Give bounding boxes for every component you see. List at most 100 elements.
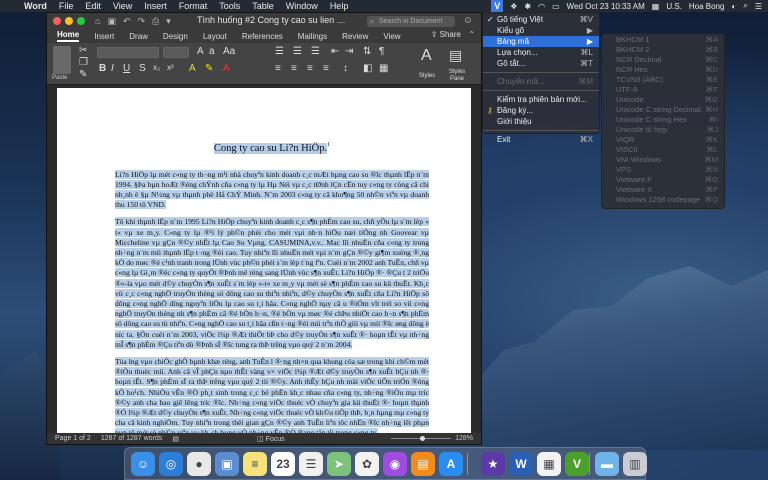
multilevel-list-icon[interactable]: ☰ bbox=[311, 46, 320, 57]
preview-icon[interactable]: ▣ bbox=[215, 452, 239, 476]
menu-item-exit[interactable]: Exit ⌘X bbox=[483, 134, 599, 145]
share-button[interactable]: ⇪ Share bbox=[431, 30, 461, 39]
imovie-icon[interactable]: ★ bbox=[481, 452, 505, 476]
menu-item-shorthand[interactable]: Gõ tắt... ⌘T bbox=[483, 58, 599, 69]
focus-button[interactable]: ◫ Focus bbox=[257, 435, 285, 443]
shrink-font-icon[interactable]: a bbox=[209, 46, 215, 57]
tab-review[interactable]: Review bbox=[342, 32, 368, 41]
wifi-icon[interactable]: ◠ bbox=[538, 2, 545, 11]
minimize-button[interactable] bbox=[65, 17, 73, 25]
encoding-option[interactable]: Unicode C string Hex ⌘I bbox=[602, 115, 724, 125]
paragraph-2[interactable]: Tõ khi thµnh lËp n¨m 1995 Li?n HiÖp chuy… bbox=[115, 217, 429, 350]
menu-item-input-method[interactable]: Kiểu gõ ▶ bbox=[483, 25, 599, 36]
menu-view[interactable]: View bbox=[113, 1, 132, 11]
tab-insert[interactable]: Insert bbox=[94, 32, 114, 41]
menu-item-encoding[interactable]: Bảng mã ▶ bbox=[483, 36, 599, 47]
encoding-option[interactable]: UTF-8 ⌘F bbox=[602, 85, 724, 95]
redo-icon[interactable]: ↷ bbox=[138, 16, 146, 27]
align-left-icon[interactable]: ≡ bbox=[275, 63, 281, 74]
justify-icon[interactable]: ≡ bbox=[323, 63, 329, 74]
notification-center-icon[interactable]: ☰ bbox=[755, 2, 762, 11]
encoding-option[interactable]: VIQR ⌘K bbox=[602, 135, 724, 145]
encoding-option[interactable]: VNI Windows ⌘M bbox=[602, 155, 724, 165]
spotlight-icon[interactable]: ⌕ bbox=[743, 1, 747, 11]
menu-help[interactable]: Help bbox=[330, 1, 349, 11]
bold-icon[interactable]: B bbox=[99, 63, 106, 74]
encoding-option[interactable]: Windows 1258 codepage ⌘Q bbox=[602, 195, 724, 205]
bluetooth-icon[interactable]: ✱ bbox=[524, 2, 531, 11]
zoom-button[interactable] bbox=[77, 17, 85, 25]
encoding-option[interactable]: VISCII ⌘L bbox=[602, 145, 724, 155]
podcasts-icon[interactable]: ◉ bbox=[383, 452, 407, 476]
more-icon[interactable]: ▾ bbox=[166, 16, 171, 27]
books-icon[interactable]: ▤ bbox=[411, 452, 435, 476]
encoding-option[interactable]: VPS ⌘N bbox=[602, 165, 724, 175]
encoding-option[interactable]: Unicode ⌘G bbox=[602, 95, 724, 105]
menu-table[interactable]: Table bbox=[252, 1, 274, 11]
numbers-icon[interactable]: ▦ bbox=[537, 452, 561, 476]
maps-icon[interactable]: ➤ bbox=[327, 452, 351, 476]
menu-item-check-update[interactable]: Kiểm tra phiên bản mới... bbox=[483, 94, 599, 105]
paragraph-3[interactable]: Tùa l­ng vµo chiÕc ghÕ bµnh khæ réng, an… bbox=[115, 356, 429, 434]
page-count[interactable]: Page 1 of 2 bbox=[55, 435, 91, 442]
shading-icon[interactable]: ◧ bbox=[363, 63, 372, 74]
encoding-option[interactable]: Unicode tổ hợp ⌘J bbox=[602, 125, 724, 135]
menu-file[interactable]: File bbox=[59, 1, 74, 11]
cut-icon[interactable]: ✂ bbox=[79, 45, 87, 56]
clock-text[interactable]: Wed Oct 23 10:33 AM bbox=[567, 2, 645, 11]
appstore-icon[interactable]: A bbox=[439, 452, 463, 476]
vietkey-icon[interactable]: V bbox=[565, 452, 589, 476]
safari-icon[interactable]: ◎ bbox=[159, 452, 183, 476]
tab-layout[interactable]: Layout bbox=[203, 32, 227, 41]
menu-item-about[interactable]: Giới thiệu bbox=[483, 116, 599, 127]
menu-insert[interactable]: Insert bbox=[144, 1, 167, 11]
proofing-icon[interactable]: ▤ bbox=[172, 435, 179, 443]
tab-design[interactable]: Design bbox=[163, 32, 188, 41]
encoding-option[interactable]: Vietware X ⌘P bbox=[602, 185, 724, 195]
document-page[interactable]: Cong ty cao su Li?n HiÖp.1 Li?n HiÖp lµ … bbox=[57, 88, 471, 434]
encoding-option[interactable]: Vietware F ⌘O bbox=[602, 175, 724, 185]
reminders-icon[interactable]: ☰ bbox=[299, 452, 323, 476]
trash-icon[interactable]: ▥ bbox=[623, 452, 647, 476]
bullets-icon[interactable]: ☰ bbox=[275, 46, 284, 57]
close-button[interactable] bbox=[53, 17, 61, 25]
paragraph-1[interactable]: Li?n HiÖp lµ mét c«ng ty th­¬ng m¹i nhà … bbox=[115, 169, 429, 211]
smiley-feedback-icon[interactable]: ☺ bbox=[463, 15, 473, 26]
align-center-icon[interactable]: ≡ bbox=[291, 63, 297, 74]
menu-tools[interactable]: Tools bbox=[219, 1, 240, 11]
tab-draw[interactable]: Draw bbox=[129, 32, 148, 41]
notes-icon[interactable]: ≡ bbox=[243, 452, 267, 476]
sort-icon[interactable]: ⇅ bbox=[363, 46, 371, 57]
decrease-indent-icon[interactable]: ⇤ bbox=[331, 46, 339, 57]
tab-references[interactable]: References bbox=[242, 32, 283, 41]
chevron-up-icon[interactable]: ⌃ bbox=[468, 30, 475, 39]
styles-icon[interactable]: A bbox=[421, 47, 432, 65]
photos-icon[interactable]: ✿ bbox=[355, 452, 379, 476]
highlight-icon[interactable]: ✎ bbox=[205, 63, 213, 74]
tab-home[interactable]: Home bbox=[57, 30, 80, 42]
numbering-icon[interactable]: ☰ bbox=[293, 46, 302, 57]
encoding-option[interactable]: NCR Hex ⌘D bbox=[602, 65, 724, 75]
encoding-option[interactable]: BKHCM 2 ⌘B bbox=[602, 45, 724, 55]
encoding-option[interactable]: BKHCM 1 ⌘A bbox=[602, 35, 724, 45]
input-source-label[interactable]: U.S. bbox=[666, 2, 682, 11]
save-icon[interactable]: ▣ bbox=[107, 16, 116, 27]
word-count[interactable]: 1287 of 1287 words bbox=[101, 435, 163, 442]
font-color-icon[interactable]: A bbox=[223, 63, 230, 74]
vietkey-menu-icon[interactable]: V bbox=[491, 0, 504, 12]
calendar-icon[interactable]: 23 bbox=[271, 452, 295, 476]
menu-window[interactable]: Window bbox=[286, 1, 318, 11]
folder-icon[interactable]: ▬ bbox=[595, 452, 619, 476]
menu-item-vietnamese-typing[interactable]: ✓ Gõ tiếng Việt ⌘V bbox=[483, 14, 599, 25]
document-canvas[interactable]: Cong ty cao su Li?n HiÖp.1 Li?n HiÖp lµ … bbox=[47, 85, 481, 434]
menu-item-register[interactable]: ⚷ Đăng ký... bbox=[483, 105, 599, 116]
search-input[interactable]: Search in Document bbox=[367, 16, 455, 27]
finder-icon[interactable]: ☺ bbox=[131, 452, 155, 476]
encoding-option[interactable]: NCR Decimal ⌘C bbox=[602, 55, 724, 65]
format-painter-icon[interactable]: ✎ bbox=[79, 69, 87, 80]
align-right-icon[interactable]: ≡ bbox=[307, 63, 313, 74]
menu-item-options[interactable]: Lựa chọn... ⌘L bbox=[483, 47, 599, 58]
menu-format[interactable]: Format bbox=[179, 1, 208, 11]
subscript-icon[interactable]: x₂ bbox=[153, 63, 160, 72]
styles-pane-icon[interactable]: ▤ bbox=[449, 47, 462, 64]
